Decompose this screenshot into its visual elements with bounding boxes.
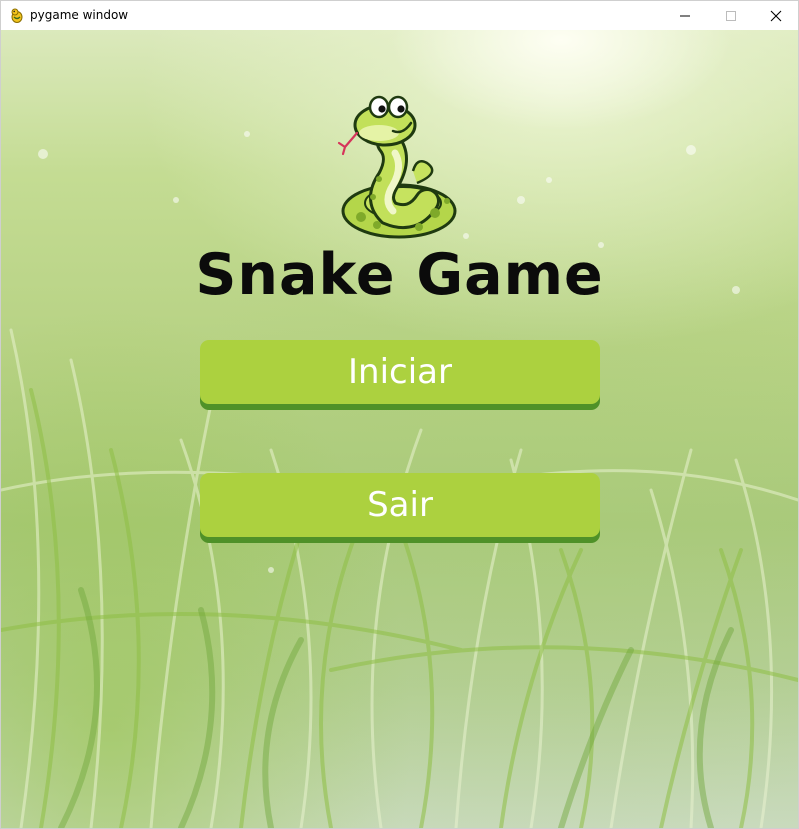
minimize-icon [680,15,690,17]
game-surface: Snake Game Iniciar Sair [1,30,798,828]
start-button[interactable]: Iniciar [200,340,600,404]
window-title: pygame window [30,8,129,22]
pygame-window: pygame window Snake Game Iniciar Sair [0,0,799,829]
close-icon [770,10,782,22]
quit-button[interactable]: Sair [200,473,600,537]
close-button[interactable] [753,1,798,30]
title-bar[interactable]: pygame window [1,1,798,30]
maximize-icon [726,11,736,21]
pygame-snake-icon [11,8,23,23]
game-title: Snake Game [195,242,604,308]
minimize-button[interactable] [662,1,708,30]
maximize-button[interactable] [708,1,754,30]
snake-logo-icon [337,95,457,239]
